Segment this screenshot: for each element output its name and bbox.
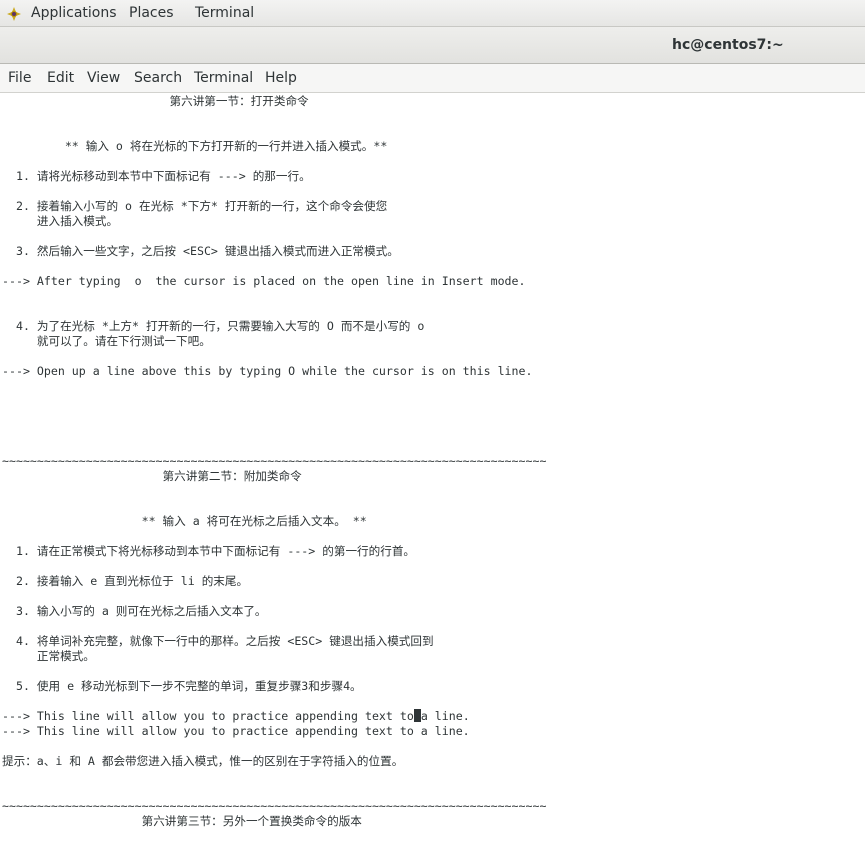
terminal-separator: ~~~~~~~~~~~~~~~~~~~~~~~~~~~~~~~~~~~~~~~~…: [2, 454, 547, 468]
terminal-line: ** 输入 o 将在光标的下方打开新的一行并进入插入模式。**: [2, 139, 388, 153]
terminal-line: 2. 接着输入小写的 o 在光标 *下方* 打开新的一行，这个命令会使您: [2, 199, 388, 213]
menu-view[interactable]: View: [87, 64, 120, 92]
terminal-line: 1. 请将光标移动到本节中下面标记有 ---> 的那一行。: [2, 169, 311, 183]
terminal-menu-bar: File Edit View Search Terminal Help: [0, 64, 865, 93]
window-title-bar[interactable]: hc@centos7:~: [0, 27, 865, 64]
menu-file[interactable]: File: [8, 64, 31, 92]
terminal-text-before-cursor: ---> This line will allow you to practic…: [2, 709, 414, 723]
terminal-line: 2. 接着输入 e 直到光标位于 li 的末尾。: [2, 574, 249, 588]
terminal-line: 5. 使用 e 移动光标到下一步不完整的单词，重复步骤3和步骤4。: [2, 679, 362, 693]
terminal-line: 正常模式。: [2, 649, 95, 663]
terminal-line: 4. 将单词补充完整，就像下一行中的那样。之后按 <ESC> 键退出插入模式回到: [2, 634, 434, 648]
places-menu[interactable]: Places: [129, 0, 174, 26]
terminal-line: ---> Open up a line above this by typing…: [2, 364, 533, 378]
terminal-line: 第六讲第一节：打开类命令: [2, 94, 309, 108]
terminal-line: ---> After typing o the cursor is placed…: [2, 274, 526, 288]
terminal-line: ---> This line will allow you to practic…: [2, 724, 470, 738]
terminal-app-menu[interactable]: Terminal: [195, 0, 254, 26]
menu-search[interactable]: Search: [134, 64, 182, 92]
terminal-content[interactable]: 第六讲第一节：打开类命令 ** 输入 o 将在光标的下方打开新的一行并进入插入模…: [0, 93, 865, 859]
terminal-line: 第六讲第二节：附加类命令: [2, 469, 302, 483]
terminal-text-after-cursor: a line.: [420, 709, 470, 723]
terminal-line: 4. 为了在光标 *上方* 打开新的一行，只需要输入大写的 O 而不是小写的 o: [2, 319, 425, 333]
gnome-top-bar: Applications Places Terminal: [0, 0, 865, 27]
terminal-line: 第六讲第三节：另外一个置换类命令的版本: [2, 814, 362, 828]
menu-terminal[interactable]: Terminal: [194, 64, 253, 92]
terminal-line: 就可以了。请在下行测试一下吧。: [2, 334, 211, 348]
terminal-line: 1. 请在正常模式下将光标移动到本节中下面标记有 ---> 的第一行的行首。: [2, 544, 416, 558]
menu-edit[interactable]: Edit: [47, 64, 74, 92]
text-cursor: [413, 709, 421, 722]
applications-logo-icon[interactable]: [6, 6, 22, 22]
applications-menu[interactable]: Applications: [31, 0, 117, 26]
terminal-line: 提示：a、i 和 A 都会带您进入插入模式，惟一的区别在于字符插入的位置。: [2, 754, 404, 768]
menu-help[interactable]: Help: [265, 64, 297, 92]
terminal-line: 3. 然后输入一些文字，之后按 <ESC> 键退出插入模式而进入正常模式。: [2, 244, 399, 258]
terminal-separator: ~~~~~~~~~~~~~~~~~~~~~~~~~~~~~~~~~~~~~~~~…: [2, 799, 547, 813]
terminal-line: 3. 输入小写的 a 则可在光标之后插入文本了。: [2, 604, 267, 618]
terminal-line: ** 输入 a 将可在光标之后插入文本。 **: [2, 514, 367, 528]
window-title: hc@centos7:~: [672, 37, 784, 53]
terminal-line: 进入插入模式。: [2, 214, 119, 228]
terminal-line-with-cursor: ---> This line will allow you to practic…: [2, 709, 470, 724]
